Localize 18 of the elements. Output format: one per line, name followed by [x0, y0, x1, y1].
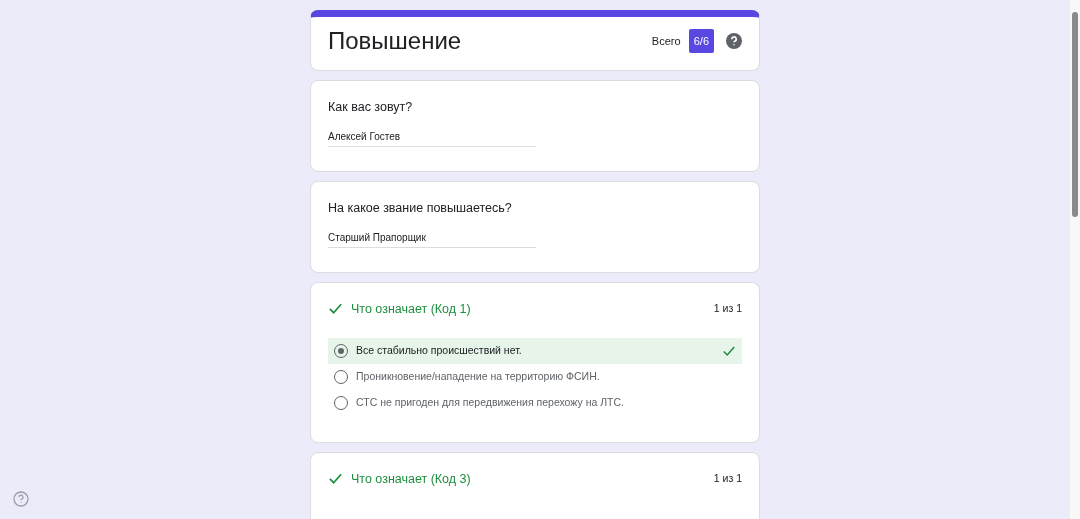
answer-field[interactable]: Старший Прапорщик — [328, 229, 536, 248]
option-label: Проникновение/нападение на территорию ФСИН. — [356, 369, 601, 384]
question-title: Что означает (Код 1) — [351, 300, 471, 318]
question-score: 1 из 1 — [713, 471, 742, 486]
question-title: Как вас зовут? — [328, 99, 414, 116]
option-label: Все стабильно происшествий нет. — [356, 343, 523, 359]
option-label: СТС не пригоден для передвижения перехожу на ЛТС. — [356, 394, 625, 410]
question-title: Что означает (Код 3) — [351, 470, 471, 488]
check-icon — [722, 344, 736, 359]
answer-field[interactable]: Алексей Гостев — [328, 128, 536, 147]
score-badge: 6/6 — [688, 28, 714, 54]
total-label: Всего — [651, 33, 681, 49]
scrollbar[interactable] — [1070, 0, 1080, 519]
help-icon[interactable] — [726, 33, 742, 49]
scrollbar-thumb[interactable] — [1072, 12, 1078, 217]
question-score: 1 из 1 — [713, 301, 742, 316]
form-title: Повышение — [328, 26, 462, 56]
question-title: На какое звание повышаетесь? — [328, 199, 513, 217]
